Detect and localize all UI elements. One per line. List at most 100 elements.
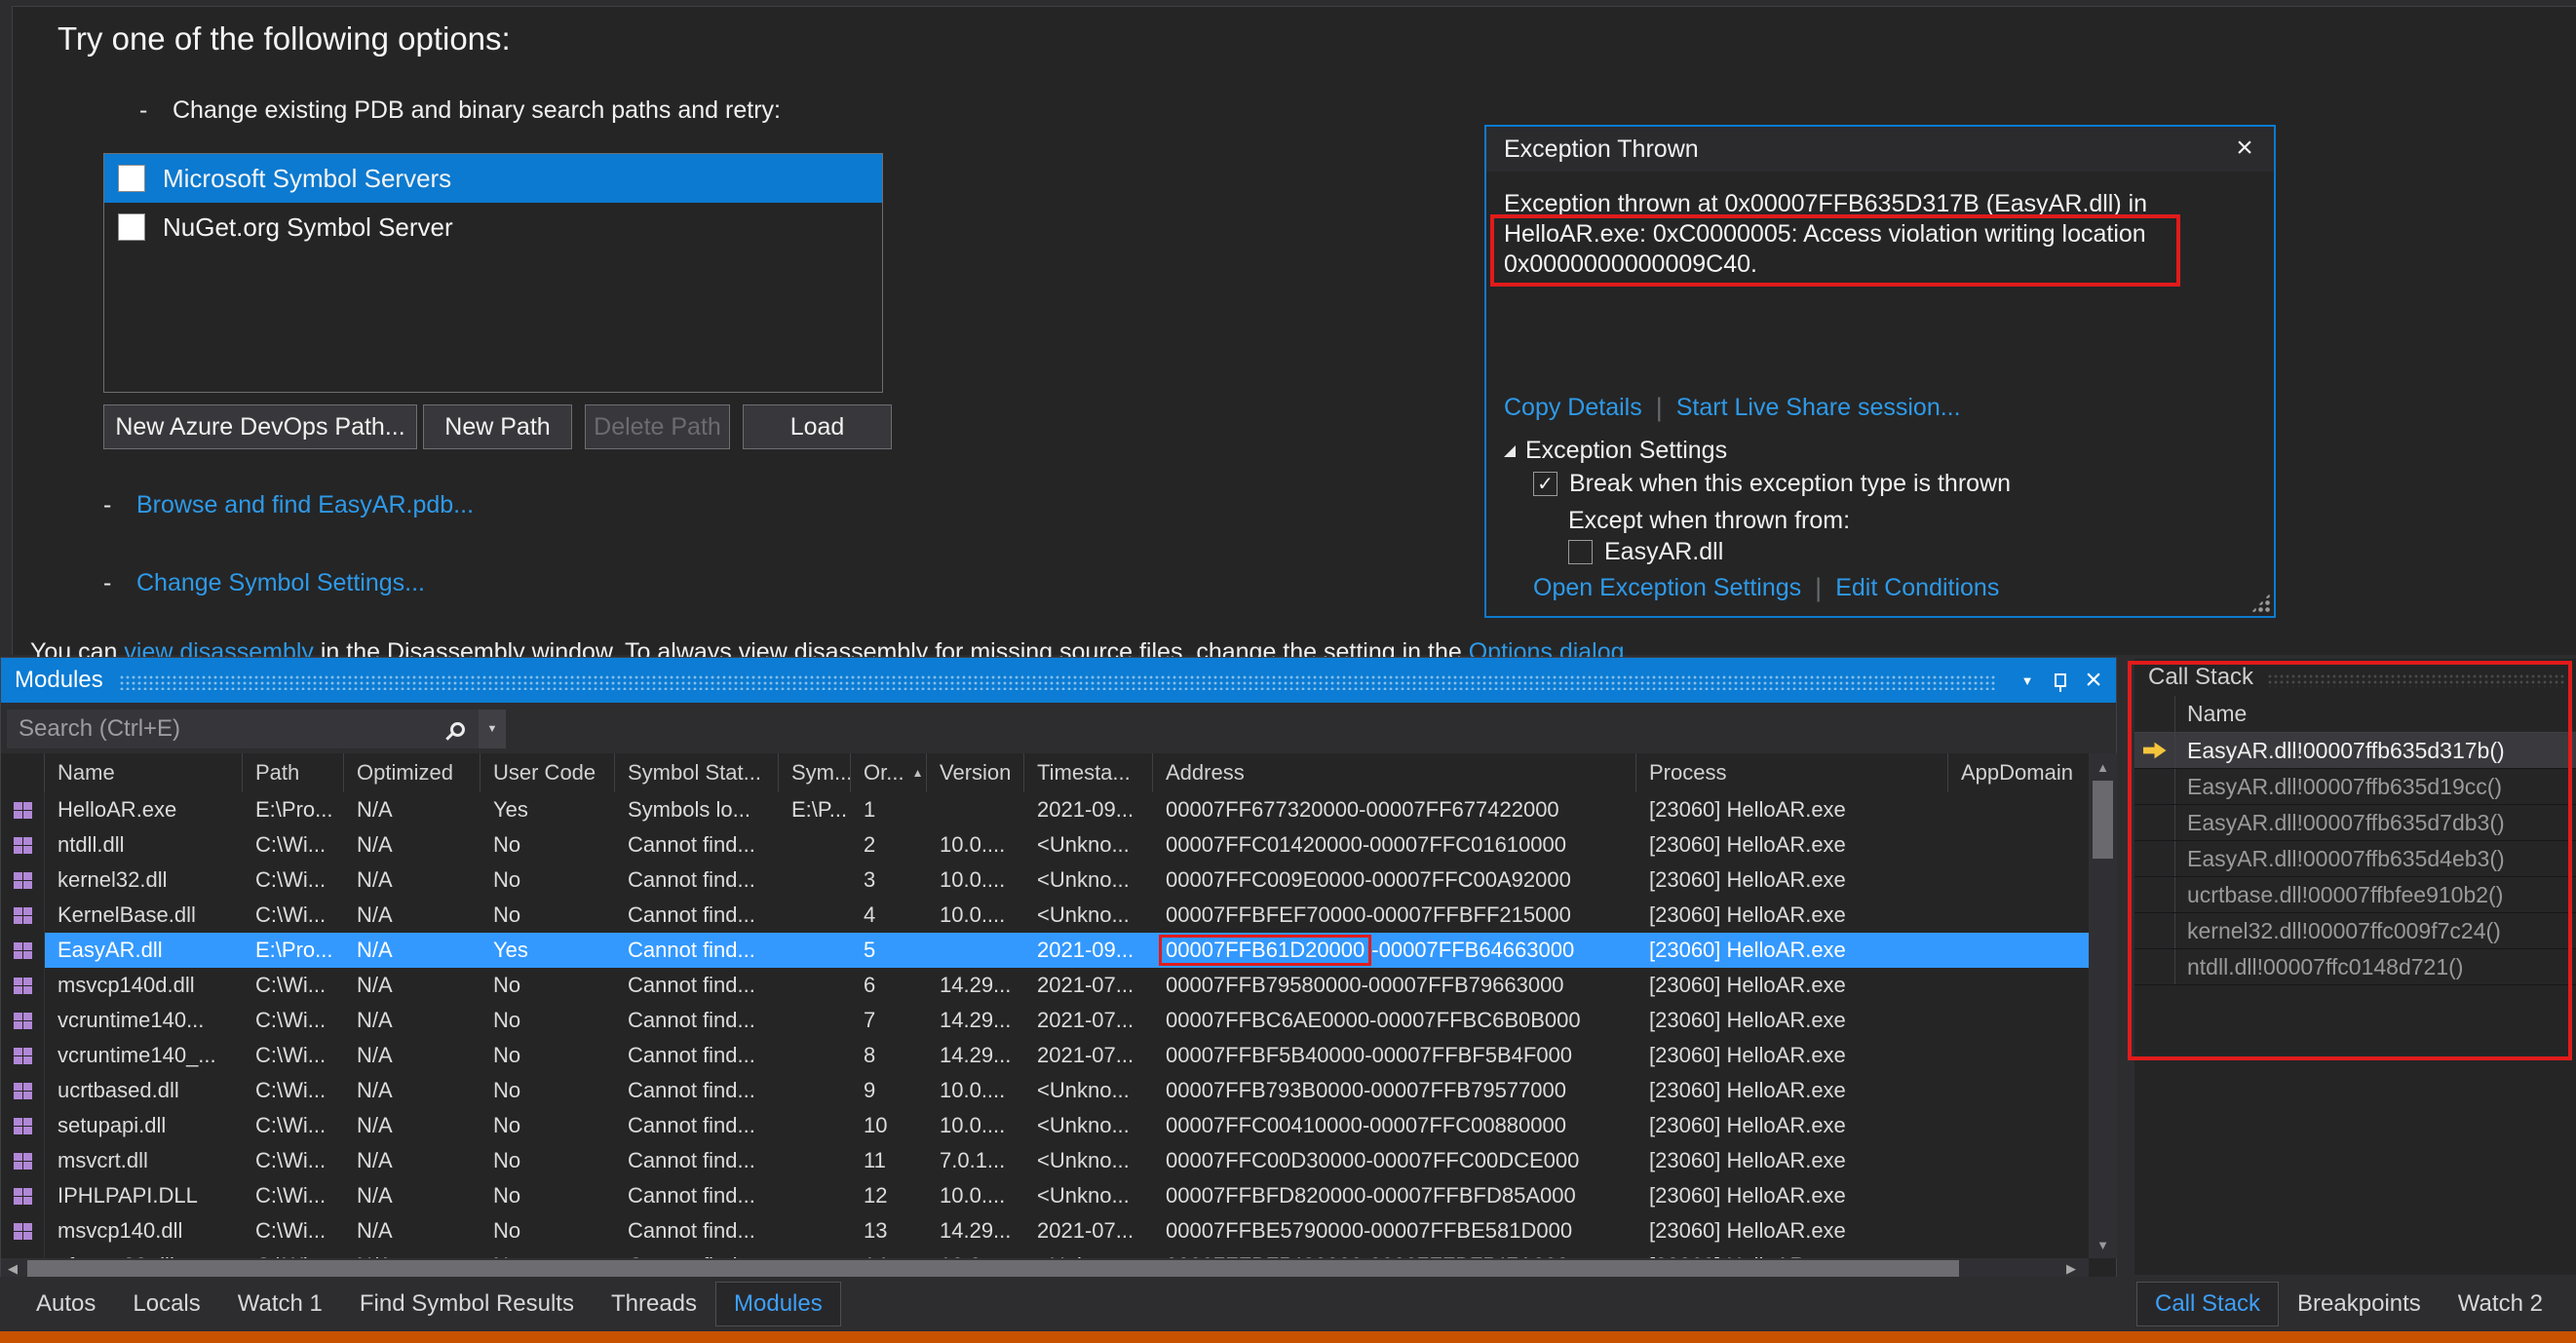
module-cell-timestamp: 2021-09... [1024, 792, 1153, 827]
module-cell-symbolfile [779, 898, 851, 933]
module-row[interactable]: ucrtbased.dllC:\Wi...N/ANoCannot find...… [1, 1073, 2089, 1108]
modules-titlebar[interactable]: Modules ▼ × [1, 658, 2116, 703]
module-cell-path: C:\Wi... [243, 968, 344, 1003]
module-cell-timestamp: <Unkno... [1024, 863, 1153, 898]
column-header-appdomain[interactable]: AppDomain [1948, 753, 2089, 792]
new-azure-devops-path-button[interactable]: New Azure DevOps Path... [103, 404, 417, 449]
module-cell-name: msvcrt.dll [45, 1143, 243, 1178]
scroll-up-icon[interactable]: ▲ [2089, 755, 2117, 779]
call-stack-frame-row[interactable]: ucrtbase.dll!00007ffbfee910b2() [2134, 877, 2576, 913]
tab-watch-1[interactable]: Watch 1 [219, 1282, 341, 1326]
except-module-checkbox[interactable] [1568, 540, 1593, 564]
module-row[interactable]: vcruntime140...C:\Wi...N/ANoCannot find.… [1, 1003, 2089, 1038]
tab-exc[interactable]: Exc [2561, 1282, 2576, 1326]
tab-breakpoints[interactable]: Breakpoints [2279, 1282, 2440, 1326]
break-when-thrown-checkbox[interactable]: ✓ [1533, 472, 1557, 496]
module-cell-symbolstatus: Cannot find... [615, 1003, 779, 1038]
tab-call-stack[interactable]: Call Stack [2136, 1282, 2279, 1326]
module-cell-usercode: No [481, 863, 615, 898]
call-stack-titlebar[interactable]: Call Stack [2134, 659, 2576, 696]
open-exception-settings-link[interactable]: Open Exception Settings [1533, 574, 1801, 602]
new-path-button[interactable]: New Path [423, 404, 572, 449]
module-row[interactable]: msvcp140d.dllC:\Wi...N/ANoCannot find...… [1, 968, 2089, 1003]
module-row[interactable]: vcruntime140_...C:\Wi...N/ANoCannot find… [1, 1038, 2089, 1073]
tab-watch-2[interactable]: Watch 2 [2440, 1282, 2561, 1326]
column-header-symbolstatus[interactable]: Symbol Stat... [615, 753, 779, 792]
search-icon[interactable] [436, 710, 479, 748]
scroll-right-icon[interactable]: ▶ [2059, 1258, 2083, 1279]
module-cell-symbolstatus: Cannot find... [615, 933, 779, 968]
resize-grip[interactable] [2250, 593, 2271, 613]
nuget-symbol-checkbox[interactable] [118, 213, 145, 241]
column-header-timestamp[interactable]: Timesta... [1024, 753, 1153, 792]
symbol-server-item-nuget[interactable]: NuGet.org Symbol Server [104, 203, 882, 251]
module-row[interactable]: IPHLPAPI.DLLC:\Wi...N/ANoCannot find...1… [1, 1178, 2089, 1213]
modules-vertical-scrollbar[interactable]: ▲ ▼ [2089, 753, 2117, 1258]
module-cell-path: C:\Wi... [243, 898, 344, 933]
module-cell-optimized: N/A [344, 898, 481, 933]
copy-details-link[interactable]: Copy Details [1504, 394, 1642, 422]
microsoft-symbol-checkbox[interactable] [118, 165, 145, 192]
tab-autos[interactable]: Autos [18, 1282, 114, 1326]
module-cell-timestamp: 2021-07... [1024, 1038, 1153, 1073]
scroll-down-icon[interactable]: ▼ [2089, 1233, 2117, 1256]
module-row[interactable]: kernel32.dllC:\Wi...N/ANoCannot find...3… [1, 863, 2089, 898]
window-position-icon[interactable]: ▼ [2011, 664, 2044, 697]
change-symbol-settings-link[interactable]: Change Symbol Settings... [136, 569, 425, 597]
module-cell-timestamp: 2021-07... [1024, 1003, 1153, 1038]
column-header-usercode[interactable]: User Code [481, 753, 615, 792]
tab-threads[interactable]: Threads [593, 1282, 715, 1326]
column-header-process[interactable]: Process [1636, 753, 1948, 792]
module-cell-address: 00007FFBF5B40000-00007FFBF5B4F000 [1153, 1038, 1636, 1073]
modules-horizontal-scrollbar[interactable]: ◀ ▶ [1, 1258, 2089, 1279]
vertical-scrollbar-thumb[interactable] [2093, 781, 2113, 859]
column-header-path[interactable]: Path [243, 753, 344, 792]
column-header-name[interactable]: Name [45, 753, 243, 792]
tab-modules[interactable]: Modules [715, 1282, 841, 1326]
start-live-share-link[interactable]: Start Live Share session... [1676, 394, 1961, 422]
module-row[interactable]: msvcp140.dllC:\Wi...N/ANoCannot find...1… [1, 1213, 2089, 1248]
module-cell-version: 10.0.... [927, 1073, 1024, 1108]
column-header-order[interactable]: Or...▲ [851, 753, 927, 792]
load-button[interactable]: Load [743, 404, 892, 449]
module-row[interactable]: cfgmgr32.dllC:\Wi...N/ANoCannot find...1… [1, 1248, 2089, 1258]
module-glyph-icon [14, 1153, 32, 1170]
scroll-left-icon[interactable]: ◀ [1, 1258, 24, 1279]
close-icon[interactable]: × [2225, 127, 2264, 170]
column-header-address[interactable]: Address [1153, 753, 1636, 792]
call-stack-frame-row[interactable]: EasyAR.dll!00007ffb635d7db3() [2134, 805, 2576, 841]
delete-path-button[interactable]: Delete Path [585, 404, 730, 449]
search-input[interactable] [7, 710, 436, 748]
module-cell-timestamp: <Unkno... [1024, 1143, 1153, 1178]
column-header-optimized[interactable]: Optimized [344, 753, 481, 792]
module-row[interactable]: msvcrt.dllC:\Wi...N/ANoCannot find...117… [1, 1143, 2089, 1178]
tab-find-symbol-results[interactable]: Find Symbol Results [341, 1282, 593, 1326]
browse-pdb-link[interactable]: Browse and find EasyAR.pdb... [136, 491, 474, 519]
module-row[interactable]: setupapi.dllC:\Wi...N/ANoCannot find...1… [1, 1108, 2089, 1143]
tab-locals[interactable]: Locals [114, 1282, 218, 1326]
call-stack-frame-row[interactable]: kernel32.dll!00007ffc009f7c24() [2134, 913, 2576, 949]
column-header-frame-name[interactable]: Name [2175, 696, 2247, 732]
edit-conditions-link[interactable]: Edit Conditions [1835, 574, 1999, 602]
module-cell-symbolfile [779, 1248, 851, 1258]
close-icon[interactable]: × [2077, 664, 2110, 697]
module-cell-optimized: N/A [344, 1108, 481, 1143]
call-stack-frame-row[interactable]: EasyAR.dll!00007ffb635d317b() [2134, 733, 2576, 769]
column-header-symbolfile[interactable]: Sym... [779, 753, 851, 792]
symbol-server-item-microsoft[interactable]: Microsoft Symbol Servers [104, 154, 882, 203]
column-header-version[interactable]: Version [927, 753, 1024, 792]
horizontal-scrollbar-thumb[interactable] [27, 1260, 1959, 1277]
call-stack-frame-row[interactable]: ntdll.dll!00007ffc0148d721() [2134, 949, 2576, 985]
module-row[interactable]: ntdll.dllC:\Wi...N/ANoCannot find...210.… [1, 827, 2089, 863]
module-row[interactable]: EasyAR.dllE:\Pro...N/AYesCannot find...5… [1, 933, 2089, 968]
module-row[interactable]: KernelBase.dllC:\Wi...N/ANoCannot find..… [1, 898, 2089, 933]
module-cell-symbolfile [779, 1073, 851, 1108]
symbol-servers-listbox[interactable]: Microsoft Symbol Servers NuGet.org Symbo… [103, 153, 883, 393]
call-stack-frame-row[interactable]: EasyAR.dll!00007ffb635d19cc() [2134, 769, 2576, 805]
module-row[interactable]: HelloAR.exeE:\Pro...N/AYesSymbols lo...E… [1, 792, 2089, 827]
search-options-chevron-icon[interactable]: ▼ [479, 710, 506, 748]
module-cell-name: kernel32.dll [45, 863, 243, 898]
pin-icon[interactable] [2044, 664, 2077, 697]
call-stack-frame-row[interactable]: EasyAR.dll!00007ffb635d4eb3() [2134, 841, 2576, 877]
exception-settings-expander[interactable]: Exception Settings [1504, 437, 1727, 465]
